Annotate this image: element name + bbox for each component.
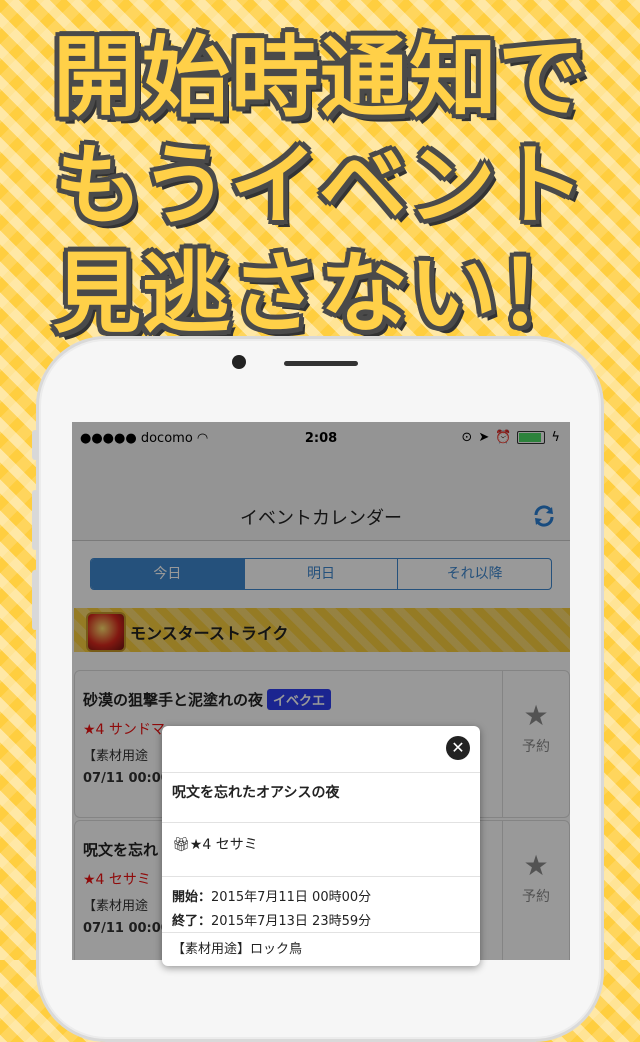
divider xyxy=(162,876,480,877)
mute-switch xyxy=(32,430,38,460)
popup-start: 開始：2015年7月11日 00時00分 xyxy=(172,890,372,905)
front-camera xyxy=(232,355,246,369)
popup-reward: 🎁︎★4 セサミ xyxy=(172,837,258,853)
headline-line-1: 開始時通知で xyxy=(52,26,587,129)
divider xyxy=(162,822,480,823)
headline-line-2: もうイベント xyxy=(54,134,586,237)
gift-icon: 🎁︎ xyxy=(172,837,190,853)
divider xyxy=(162,772,480,773)
headline-line-3: 見逃さない！ xyxy=(52,242,587,345)
popup-material: 【素材用途】ロック鳥 xyxy=(172,942,303,957)
popup-end: 終了：2015年7月13日 23時59分 xyxy=(172,914,372,929)
divider xyxy=(162,932,480,933)
popup-title: 呪文を忘れたオアシスの夜 xyxy=(172,785,340,801)
earpiece-speaker xyxy=(284,361,358,366)
volume-up-button xyxy=(32,490,38,550)
close-icon[interactable]: ✕ xyxy=(446,736,470,760)
volume-down-button xyxy=(32,570,38,630)
event-detail-popup: ✕ 呪文を忘れたオアシスの夜 🎁︎★4 セサミ 開始：2015年7月11日 00… xyxy=(162,726,480,966)
